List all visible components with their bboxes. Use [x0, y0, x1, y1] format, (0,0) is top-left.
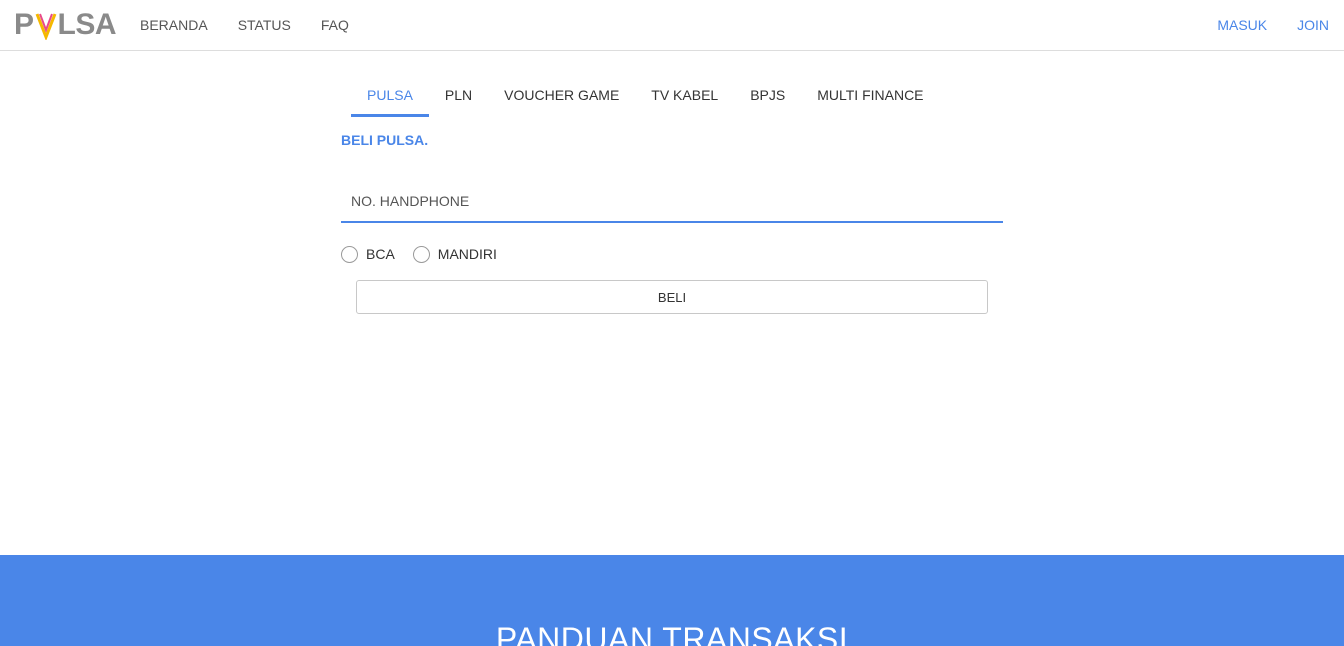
join-link[interactable]: JOIN	[1297, 17, 1329, 33]
payment-option-bca[interactable]: BCA	[341, 245, 395, 263]
payment-option-label: MANDIRI	[437, 246, 497, 262]
guide-section: PANDUAN TRANSAKSI	[0, 555, 1344, 646]
tab-tv-kabel[interactable]: TV KABEL	[635, 72, 734, 117]
login-link[interactable]: MASUK	[1217, 17, 1267, 33]
form-title: BELI PULSA.	[341, 132, 429, 148]
logo-letter-p: P	[14, 8, 34, 41]
payment-option-mandiri[interactable]: MANDIRI	[412, 245, 497, 263]
guide-title: PANDUAN TRANSAKSI	[495, 621, 849, 646]
nav-faq-link[interactable]: FAQ	[321, 17, 349, 33]
radio-circle-icon[interactable]	[412, 245, 430, 263]
brand-logo[interactable]: P LSA	[14, 8, 117, 42]
logo-v-icon	[35, 13, 56, 40]
nav-beranda-link[interactable]: BERANDA	[140, 17, 208, 33]
top-navbar: P LSA BERANDA STATUS FAQ MASUK JOIN	[0, 0, 1344, 51]
phone-number-input[interactable]	[341, 180, 1003, 223]
tab-pln[interactable]: PLN	[429, 72, 488, 117]
logo-letters-lsa: LSA	[57, 8, 117, 41]
tab-pulsa[interactable]: PULSA	[351, 72, 429, 117]
buy-button[interactable]: BELI	[356, 280, 988, 314]
nav-status-link[interactable]: STATUS	[238, 17, 291, 33]
tab-multi-finance[interactable]: MULTI FINANCE	[801, 72, 939, 117]
tab-bpjs[interactable]: BPJS	[734, 72, 801, 117]
product-tabs: PULSA PLN VOUCHER GAME TV KABEL BPJS MUL…	[351, 72, 940, 117]
tab-voucher-game[interactable]: VOUCHER GAME	[488, 72, 635, 117]
payment-method-group: BCA MANDIRI	[341, 244, 515, 264]
account-nav: MASUK JOIN	[1187, 0, 1329, 50]
payment-option-label: BCA	[366, 246, 395, 262]
primary-nav: BERANDA STATUS FAQ	[140, 0, 379, 50]
radio-circle-icon[interactable]	[341, 245, 358, 263]
